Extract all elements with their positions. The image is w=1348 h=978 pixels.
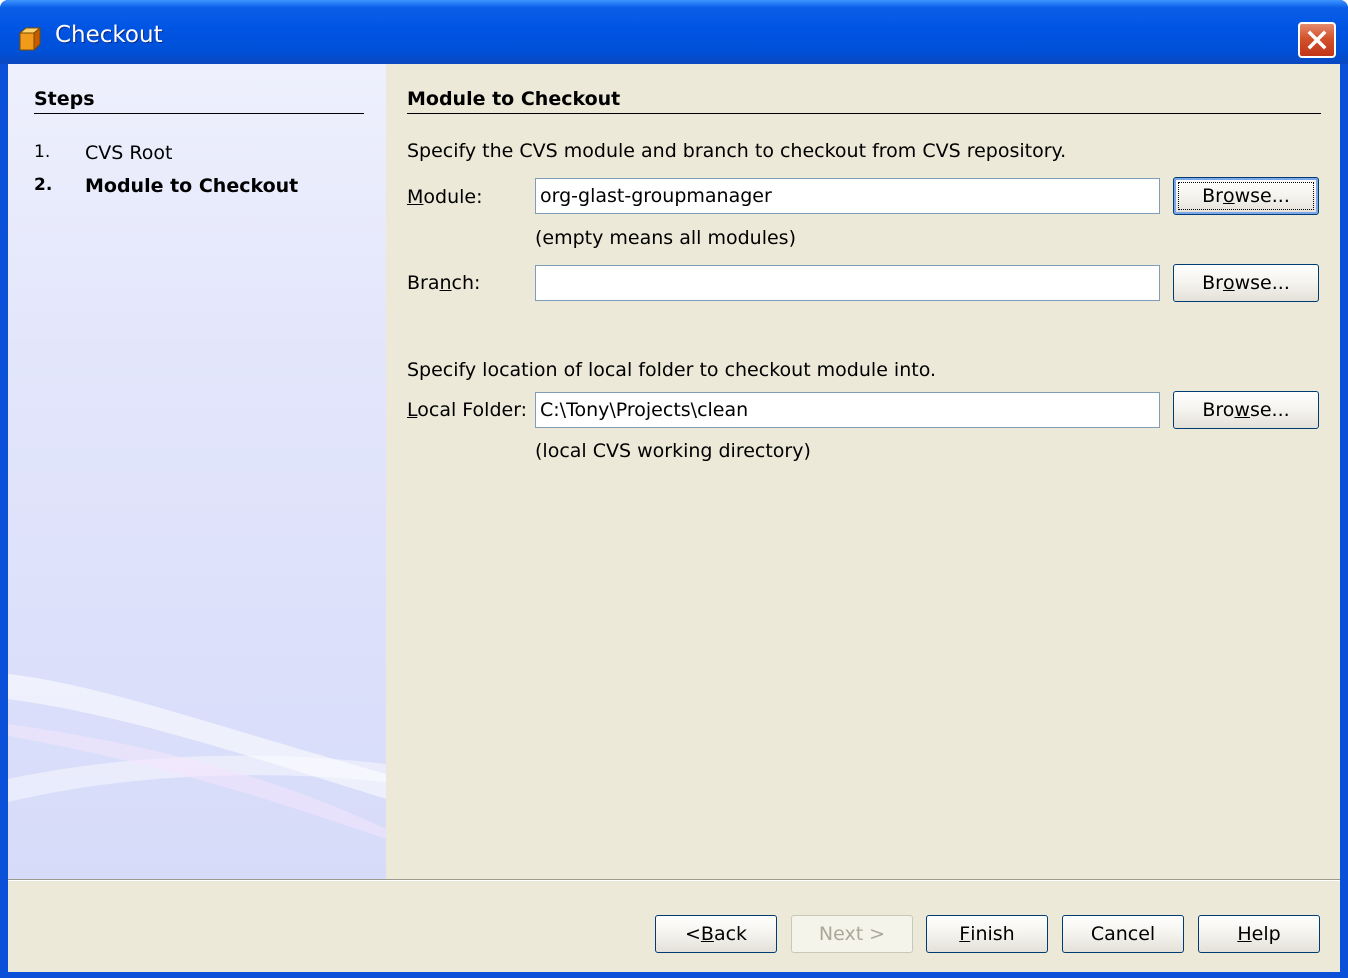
title-bar[interactable]: Checkout [0,0,1348,64]
cancel-button[interactable]: Cancel [1062,915,1184,953]
branch-label: Branch: [407,272,481,294]
module-browse-button[interactable]: Br o wse... [1173,177,1319,215]
module-label: Module: [407,186,483,208]
branch-input[interactable] [535,265,1160,301]
decorative-swoosh [8,674,386,839]
finish-button[interactable]: Finish [926,915,1048,953]
module-input[interactable]: org-glast-groupmanager [535,178,1160,214]
local-folder-hint: (local CVS working directory) [535,440,811,462]
back-button[interactable]: < Back [655,915,777,953]
module-hint: (empty means all modules) [535,227,796,249]
checkout-dialog: Checkout Steps 1. CVS Root 2. Module to … [0,0,1348,978]
step-label: CVS Root [85,142,173,164]
step-number: 1. [34,142,51,162]
steps-panel: Steps 1. CVS Root 2. Module to Checkout [8,64,386,879]
help-button[interactable]: Help [1198,915,1320,953]
step-label: Module to Checkout [85,175,299,197]
branch-browse-button[interactable]: Br o wse... [1173,264,1319,302]
title-divider [407,113,1321,114]
next-button[interactable]: Next > [791,915,913,953]
module-section-intro: Specify the CVS module and branch to che… [407,140,1067,162]
close-button[interactable] [1298,22,1336,58]
local-folder-label: Local Folder: [407,399,528,421]
step-number: 2. [34,175,53,195]
local-folder-browse-button[interactable]: Bro w se... [1173,391,1319,429]
folder-section-intro: Specify location of local folder to chec… [407,359,937,381]
box-icon [18,26,42,52]
dialog-client-area: Steps 1. CVS Root 2. Module to Checkout … [8,64,1340,972]
footer-divider [8,879,1340,881]
steps-title: Steps [34,88,95,110]
close-icon [1307,30,1327,50]
steps-divider [34,113,364,114]
page-title: Module to Checkout [407,88,621,110]
window-title: Checkout [55,22,163,48]
local-folder-input[interactable]: C:\Tony\Projects\clean [535,392,1160,428]
